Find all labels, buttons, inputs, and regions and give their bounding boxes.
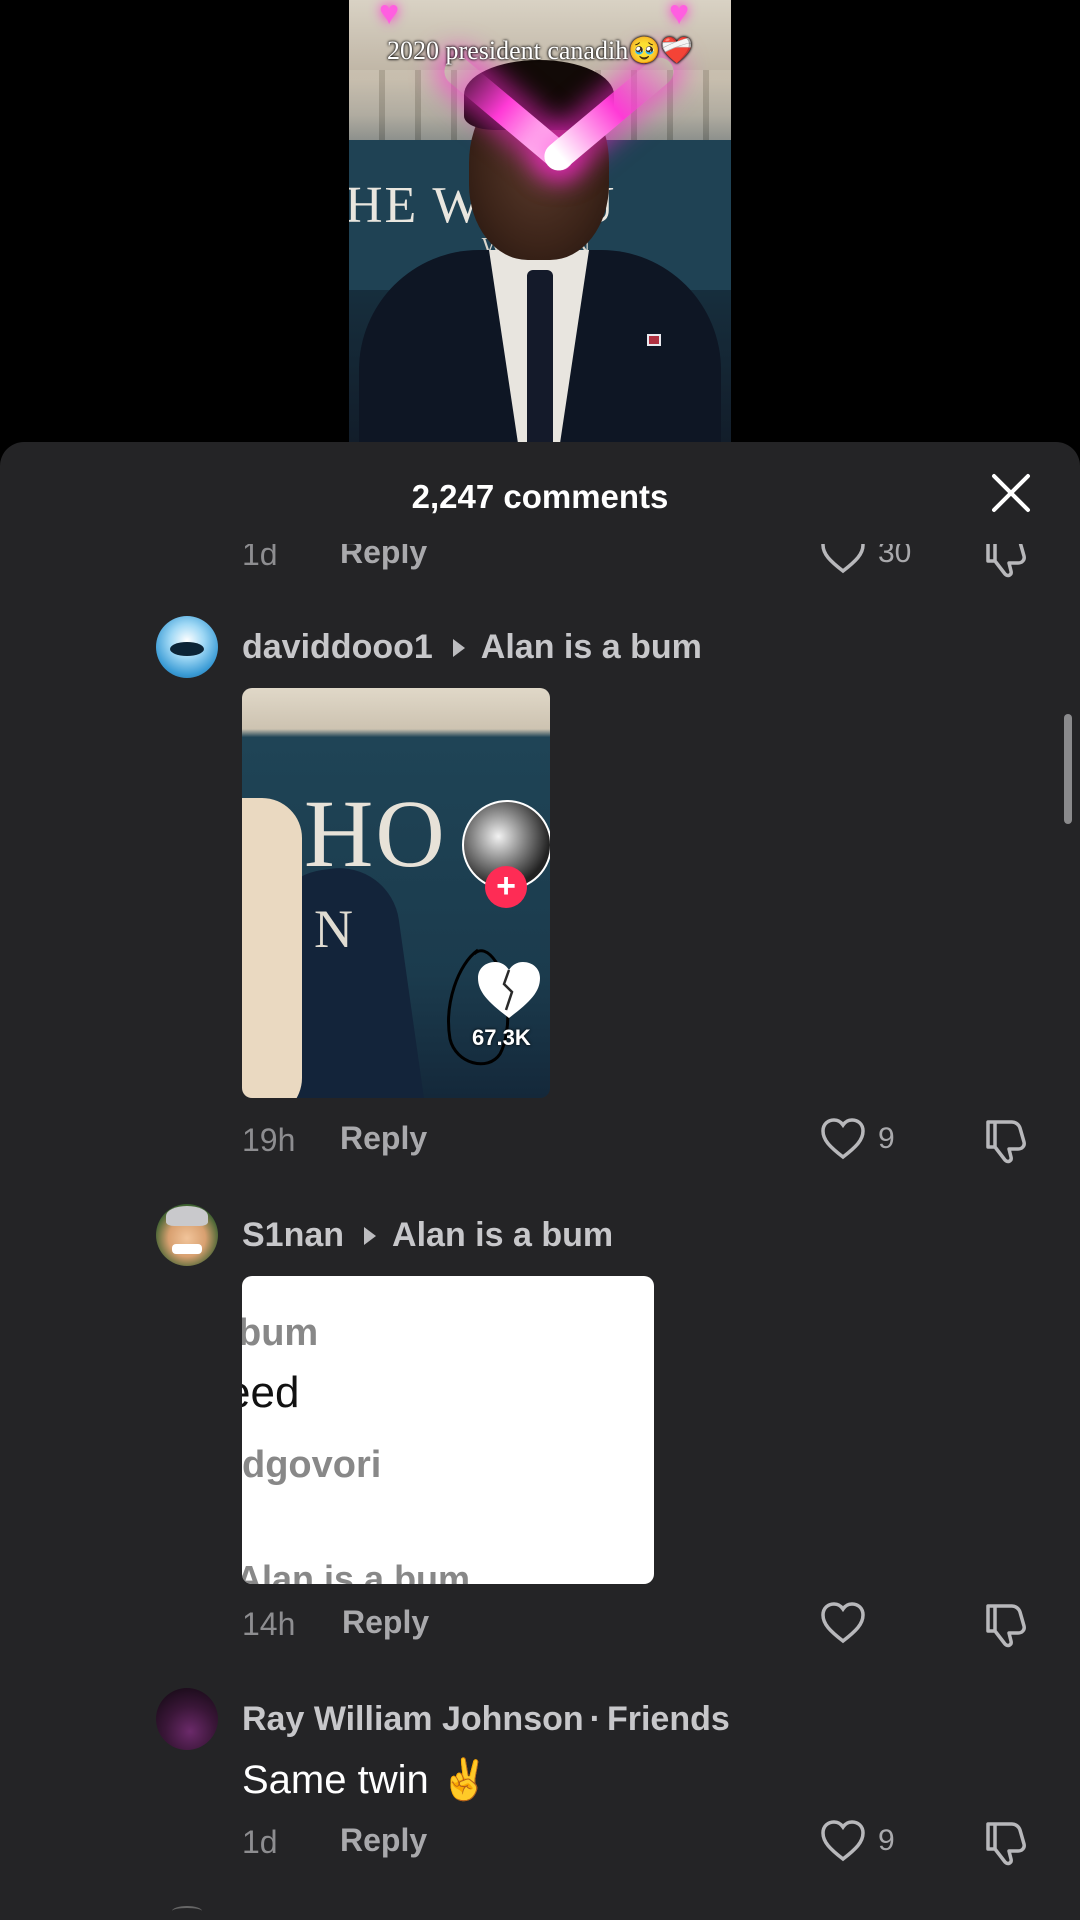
heart-outline-icon[interactable]	[818, 544, 868, 578]
attachment-text-line: eed	[242, 1368, 300, 1417]
comment-text: Same twin ✌️	[242, 1758, 490, 1802]
like-count: 30	[878, 544, 912, 569]
scrollbar[interactable]	[1064, 714, 1072, 824]
close-icon[interactable]	[988, 470, 1034, 516]
attachment-follow-plus-icon: +	[485, 866, 527, 908]
flag-pin	[647, 334, 661, 346]
thumbs-down-icon[interactable]	[982, 544, 1032, 578]
comment-meta-row: 19h Reply 9	[242, 1114, 1032, 1164]
comment-meta-row: 1d Reply 9	[242, 1816, 1032, 1866]
attachment-like-count: 67.3K	[472, 1025, 531, 1050]
reply-button[interactable]: Reply	[342, 1604, 429, 1641]
comment-time: 14h	[242, 1606, 296, 1642]
attachment-text-line: dgovori	[242, 1444, 382, 1486]
video-person-tie	[527, 270, 553, 442]
attachment-sign-subtext: N	[314, 899, 353, 959]
comment-time: 19h	[242, 1122, 296, 1158]
heart-deco-icon: ♥	[379, 0, 400, 32]
avatar[interactable]	[156, 1204, 218, 1266]
heart-outline-icon[interactable]	[818, 1816, 868, 1866]
reply-arrow-icon	[364, 1227, 377, 1246]
comment-username[interactable]: S1nan	[242, 1216, 344, 1254]
header-separator: ·	[589, 1700, 601, 1738]
replying-to-username[interactable]: Alan is a bum	[392, 1216, 613, 1254]
heart-outline-icon[interactable]	[818, 1598, 868, 1648]
attachment-person-arm	[242, 798, 302, 1098]
video-caption: 2020 president canadih🥹❤️‍🩹	[387, 36, 693, 65]
thumbs-down-icon[interactable]	[982, 1598, 1032, 1648]
comment-username[interactable]: daviddooo1	[242, 628, 433, 666]
comment-meta-row: 1d Reply 30	[242, 544, 1032, 578]
like-count: 9	[878, 1824, 895, 1857]
heart-deco-icon: ♥	[669, 0, 690, 32]
attachment-sign-text: HO	[304, 780, 447, 887]
comments-list[interactable]: 1d Reply 30 daviddooo1 Alan is a bum HO N…	[0, 544, 1080, 1920]
reply-button[interactable]: Reply	[340, 1120, 427, 1157]
comment-header: S1nan Alan is a bum	[242, 1216, 613, 1255]
comment-video-attachment[interactable]: HO N + 67.3K	[242, 688, 550, 1098]
comment-meta-row: 14h Reply	[242, 1598, 1032, 1648]
comment-time: 1d	[242, 544, 278, 572]
reply-button[interactable]: Reply	[340, 544, 427, 571]
thumbs-down-icon[interactable]	[982, 1114, 1032, 1164]
next-avatar-peek	[172, 1906, 202, 1916]
comment-header: Ray William Johnson · Friends	[242, 1700, 730, 1739]
replying-to-username[interactable]: Alan is a bum	[481, 628, 702, 666]
thumbs-down-icon[interactable]	[982, 1816, 1032, 1866]
comments-sheet: 2,247 comments 1d Reply 30 daviddooo1 Ala…	[0, 442, 1080, 1920]
reply-button[interactable]: Reply	[340, 1822, 427, 1859]
attachment-text-line: bum	[242, 1312, 319, 1354]
comment-time: 1d	[242, 1824, 278, 1860]
avatar[interactable]	[156, 616, 218, 678]
friends-tag: Friends	[606, 1700, 730, 1738]
heart-outline-icon[interactable]	[818, 1114, 868, 1164]
video-player[interactable]: HE W HOU WA ON ♥ ♥ 2020 president canadi…	[349, 0, 731, 442]
avatar[interactable]	[156, 1688, 218, 1750]
attachment-text-line: Alan is a bum	[242, 1558, 471, 1584]
comment-image-attachment[interactable]: bum eed dgovori Alan is a bum	[242, 1276, 654, 1584]
like-count: 9	[878, 1122, 895, 1155]
heart-filled-icon	[478, 962, 540, 1018]
reply-arrow-icon	[452, 639, 465, 658]
comment-username[interactable]: Ray William Johnson	[242, 1700, 584, 1738]
comment-header: daviddooo1 Alan is a bum	[242, 628, 702, 667]
comments-count-title: 2,247 comments	[411, 478, 669, 515]
